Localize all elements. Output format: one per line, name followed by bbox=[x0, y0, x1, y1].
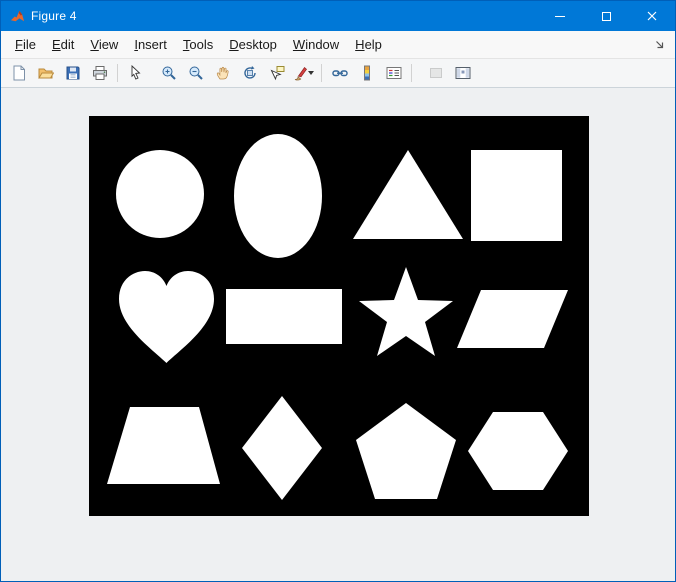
shape-star bbox=[359, 267, 453, 356]
toolbar-separator bbox=[117, 64, 118, 82]
edit-plot-button[interactable] bbox=[123, 61, 148, 86]
menu-desktop[interactable]: Desktop bbox=[221, 33, 285, 56]
menu-file-label: File bbox=[15, 37, 36, 52]
shape-rectangle bbox=[226, 289, 342, 344]
menu-insert-label: Insert bbox=[134, 37, 167, 52]
window-controls bbox=[537, 1, 675, 31]
hide-plot-tools-icon bbox=[428, 65, 444, 81]
shape-hexagon bbox=[468, 412, 568, 490]
zoom-in-icon bbox=[161, 65, 177, 81]
data-cursor-button[interactable] bbox=[264, 61, 289, 86]
menu-view[interactable]: View bbox=[82, 33, 126, 56]
menu-window-label: Window bbox=[293, 37, 339, 52]
shape-trapezoid bbox=[107, 407, 220, 484]
shape-pentagon bbox=[356, 403, 456, 499]
link-plot-icon bbox=[332, 65, 348, 81]
show-plot-tools-button[interactable] bbox=[450, 61, 475, 86]
menu-tools-label: Tools bbox=[183, 37, 213, 52]
close-button[interactable] bbox=[629, 1, 675, 31]
menu-view-label: View bbox=[90, 37, 118, 52]
print-figure-button[interactable] bbox=[87, 61, 112, 86]
menu-help-label: Help bbox=[355, 37, 382, 52]
data-cursor-icon bbox=[269, 65, 285, 81]
save-figure-icon bbox=[65, 65, 81, 81]
menu-bar: File Edit View Insert Tools Desktop Wind… bbox=[1, 31, 675, 59]
menu-insert[interactable]: Insert bbox=[126, 33, 175, 56]
rotate-3d-icon bbox=[242, 65, 258, 81]
matlab-logo-icon bbox=[9, 8, 25, 24]
shape-triangle bbox=[353, 150, 463, 239]
show-plot-tools-icon bbox=[455, 65, 471, 81]
menu-file[interactable]: File bbox=[7, 33, 44, 56]
insert-colorbar-icon bbox=[359, 65, 375, 81]
shape-tall-ellipse bbox=[234, 134, 322, 258]
new-figure-icon bbox=[11, 65, 27, 81]
rotate-3d-button[interactable] bbox=[237, 61, 262, 86]
print-figure-icon bbox=[92, 65, 108, 81]
minimize-icon bbox=[555, 16, 565, 17]
zoom-out-icon bbox=[188, 65, 204, 81]
link-plot-button[interactable] bbox=[327, 61, 352, 86]
shape-parallelogram bbox=[457, 290, 568, 348]
new-figure-button[interactable] bbox=[6, 61, 31, 86]
toolbar-separator bbox=[411, 64, 412, 82]
menu-window[interactable]: Window bbox=[285, 33, 347, 56]
maximize-icon bbox=[602, 12, 611, 21]
pan-button[interactable] bbox=[210, 61, 235, 86]
brush-button[interactable] bbox=[291, 61, 316, 86]
brush-icon bbox=[294, 65, 307, 81]
shape-heart bbox=[119, 271, 214, 363]
menu-edit[interactable]: Edit bbox=[44, 33, 82, 56]
figure-toolbar bbox=[1, 59, 675, 88]
close-icon bbox=[647, 11, 657, 21]
menubar-toggle-icon[interactable] bbox=[650, 37, 669, 52]
shape-square bbox=[471, 150, 562, 241]
title-bar: Figure 4 bbox=[1, 1, 675, 31]
menu-edit-label: Edit bbox=[52, 37, 74, 52]
edit-plot-icon bbox=[128, 65, 144, 81]
insert-colorbar-button[interactable] bbox=[354, 61, 379, 86]
figure-window: Figure 4 File Edit View Insert Tools Des… bbox=[0, 0, 676, 582]
shape-diamond bbox=[242, 396, 322, 500]
figure-image bbox=[89, 116, 589, 516]
insert-legend-icon bbox=[386, 65, 402, 81]
menu-help[interactable]: Help bbox=[347, 33, 390, 56]
figure-canvas bbox=[1, 88, 675, 581]
toolbar-separator bbox=[321, 64, 322, 82]
hide-plot-tools-button[interactable] bbox=[423, 61, 448, 86]
maximize-button[interactable] bbox=[583, 1, 629, 31]
zoom-out-button[interactable] bbox=[183, 61, 208, 86]
pan-icon bbox=[215, 65, 231, 81]
menu-desktop-label: Desktop bbox=[229, 37, 277, 52]
insert-legend-button[interactable] bbox=[381, 61, 406, 86]
shape-circle bbox=[116, 150, 204, 238]
open-file-icon bbox=[38, 65, 54, 81]
menu-tools[interactable]: Tools bbox=[175, 33, 221, 56]
open-file-button[interactable] bbox=[33, 61, 58, 86]
save-figure-button[interactable] bbox=[60, 61, 85, 86]
minimize-button[interactable] bbox=[537, 1, 583, 31]
window-title: Figure 4 bbox=[31, 9, 77, 23]
zoom-in-button[interactable] bbox=[156, 61, 181, 86]
brush-dropdown-icon[interactable] bbox=[308, 71, 314, 75]
